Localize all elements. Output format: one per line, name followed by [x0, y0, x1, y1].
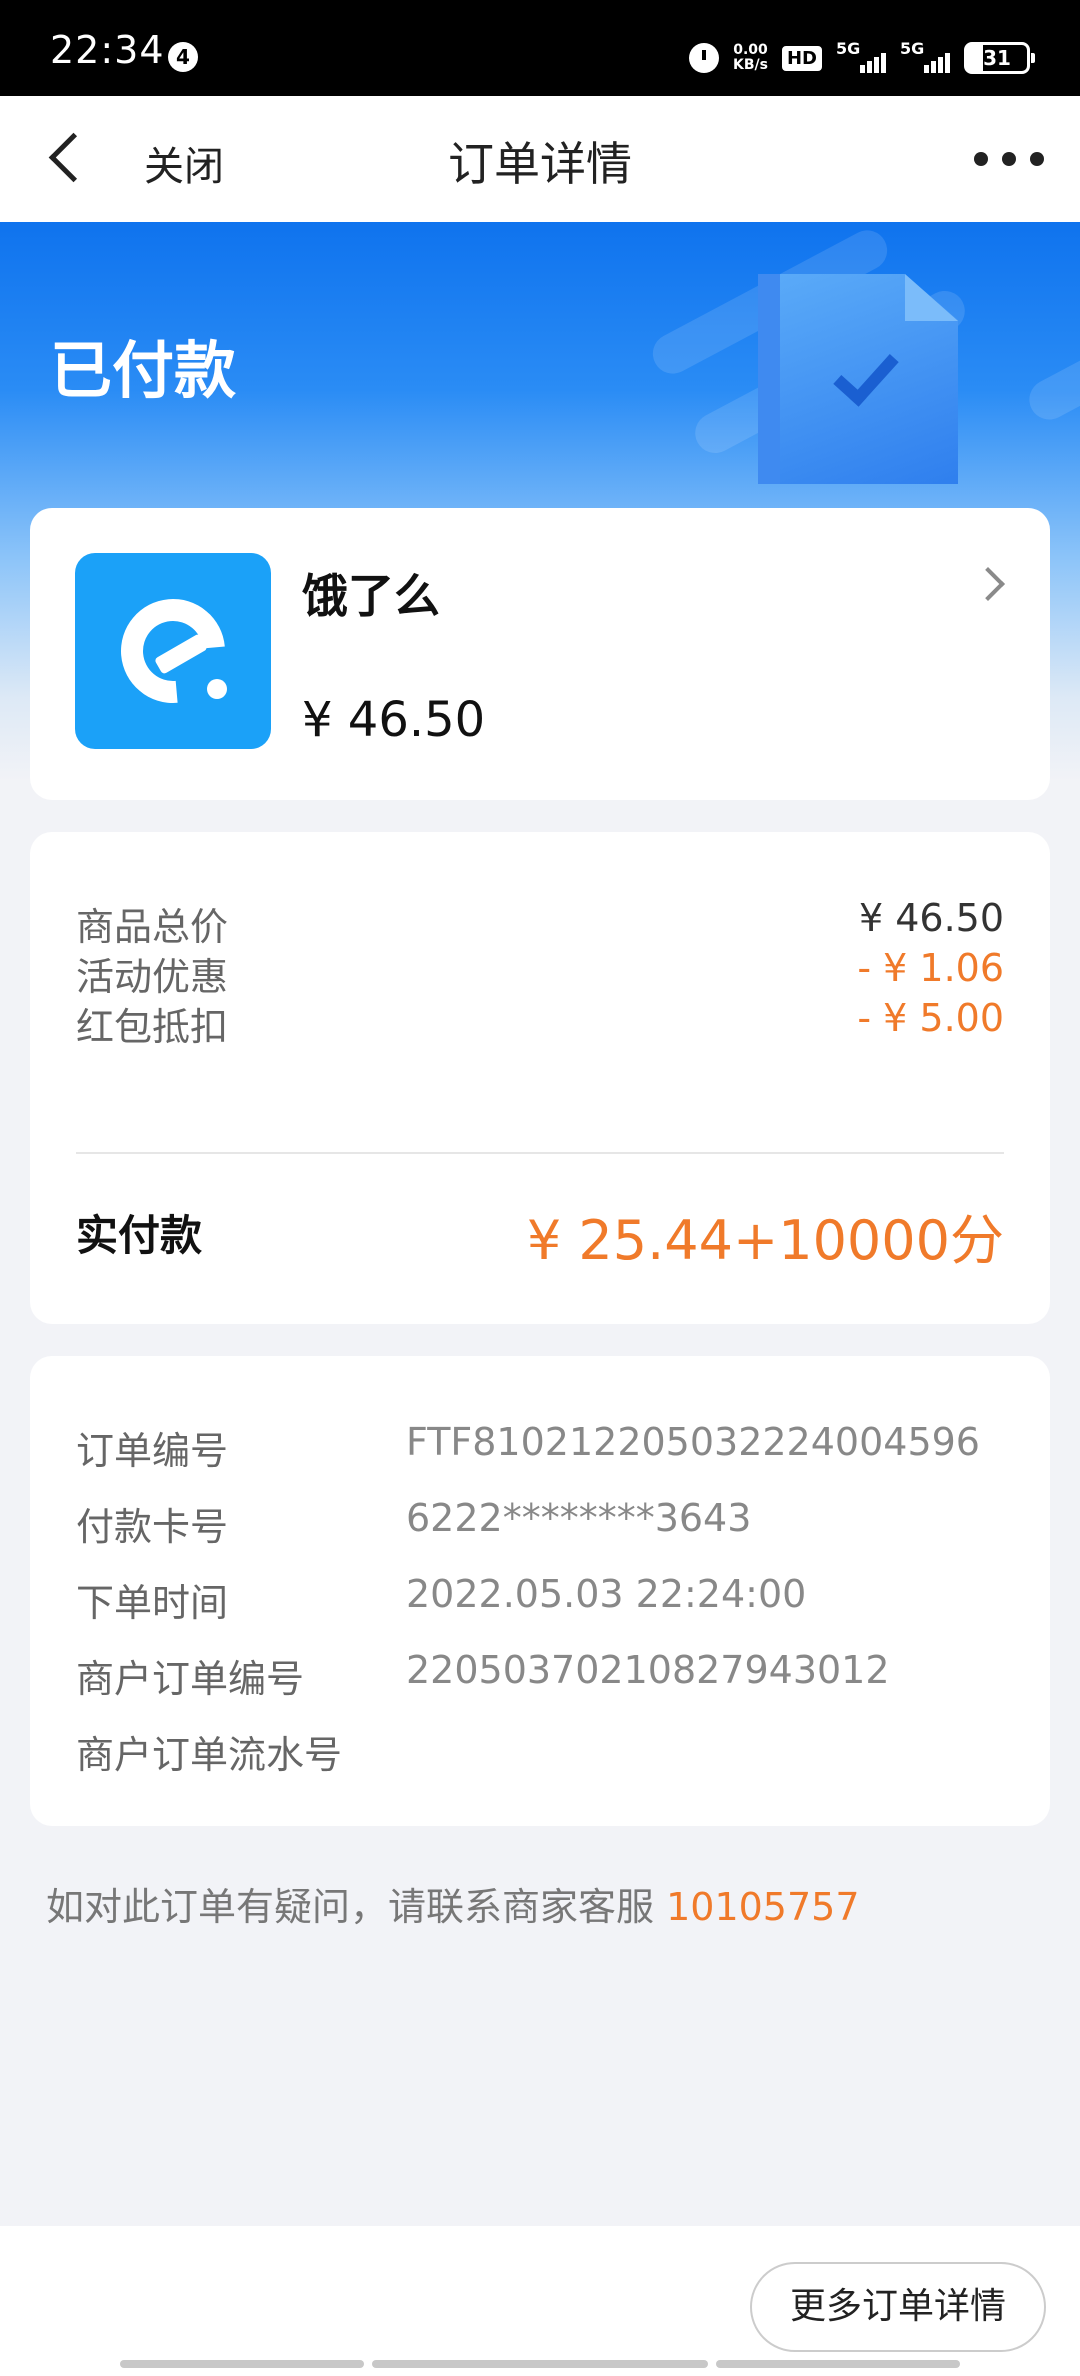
- more-options-icon[interactable]: [974, 144, 1044, 174]
- merchant-amount: ¥ 46.50: [302, 692, 486, 748]
- status-icons: 0.00 KB/s HD 5G 5G 31: [689, 38, 1035, 78]
- info-value: 6222********3643: [406, 1496, 752, 1540]
- price-row-value: ¥ 46.50: [858, 896, 1004, 940]
- info-row-card-no: 付款卡号 6222********3643: [76, 1496, 1004, 1552]
- bottom-bar: 更多订单详情: [0, 2226, 1080, 2376]
- paid-amount: ¥ 25.44+10000分: [526, 1209, 1004, 1272]
- info-label: 商户订单编号: [76, 1657, 305, 1701]
- price-row-total: 商品总价 ¥ 46.50: [76, 896, 1004, 952]
- price-row-redpacket: 红包抵扣 - ¥ 5.00: [76, 996, 1004, 1052]
- info-label: 订单编号: [76, 1429, 229, 1473]
- page-title: 订单详情: [448, 137, 632, 191]
- order-info-card: 订单编号 FTF810212205032224004596 付款卡号 6222*…: [30, 1356, 1050, 1826]
- chevron-right-icon[interactable]: [971, 567, 1005, 601]
- contact-text: 如对此订单有疑问，请联系商家客服: [46, 1885, 667, 1929]
- info-value[interactable]: FTF810212205032224004596: [406, 1420, 980, 1464]
- eleme-logo-icon: [75, 553, 271, 749]
- price-row-value: - ¥ 1.06: [857, 946, 1004, 990]
- signal-2-label: 5G: [900, 39, 925, 58]
- status-bar: 22:34 4 0.00 KB/s HD 5G 5G 31: [0, 0, 1080, 96]
- net-speed-unit: KB/s: [733, 57, 768, 73]
- price-breakdown-card: 商品总价 ¥ 46.50 活动优惠 - ¥ 1.06 红包抵扣 - ¥ 5.00…: [30, 832, 1050, 1324]
- info-label: 商户订单流水号: [76, 1733, 343, 1777]
- payment-status: 已付款: [50, 334, 237, 407]
- info-label: 付款卡号: [76, 1505, 229, 1549]
- hd-icon: HD: [781, 45, 822, 71]
- net-speed-value: 0.00: [733, 42, 768, 58]
- info-row-time: 下单时间 2022.05.03 22:24:00: [76, 1572, 1004, 1628]
- net-speed: 0.00 KB/s: [733, 43, 768, 73]
- price-row-discount: 活动优惠 - ¥ 1.06: [76, 946, 1004, 1002]
- contact-phone-link[interactable]: 10105757: [666, 1885, 859, 1929]
- notification-badge: 4: [168, 42, 198, 72]
- battery-icon: 31: [964, 42, 1035, 74]
- signal-1-label: 5G: [836, 39, 861, 58]
- price-row-label: 红包抵扣: [76, 1005, 229, 1049]
- info-label: 下单时间: [76, 1581, 229, 1625]
- nav-bar: 关闭 订单详情: [0, 96, 1080, 222]
- paid-label: 实付款: [76, 1211, 203, 1260]
- info-row-order-no: 订单编号 FTF810212205032224004596: [76, 1420, 1004, 1476]
- merchant-card[interactable]: 饿了么 ¥ 46.50: [30, 508, 1050, 800]
- battery-level: 31: [983, 46, 1011, 70]
- alarm-icon: [689, 43, 720, 73]
- home-indicator: [372, 2360, 708, 2368]
- signal-icon-1: 5G: [836, 39, 886, 73]
- contact-note: 如对此订单有疑问，请联系商家客服 10105757: [46, 1876, 860, 1931]
- info-row-merchant-serial: 商户订单流水号: [76, 1724, 1004, 1780]
- merchant-name: 饿了么: [302, 569, 440, 623]
- price-row-label: 商品总价: [76, 905, 229, 949]
- status-time: 22:34: [50, 28, 165, 72]
- more-order-details-button[interactable]: 更多订单详情: [750, 2262, 1046, 2352]
- info-row-merchant-order: 商户订单编号 220503702108279430​12: [76, 1648, 1004, 1704]
- home-indicator: [716, 2360, 960, 2368]
- document-check-icon: [758, 274, 958, 484]
- info-value[interactable]: 220503702108279430​12: [406, 1648, 890, 1692]
- divider: [76, 1152, 1004, 1154]
- price-row-value: - ¥ 5.00: [857, 996, 1004, 1040]
- signal-icon-2: 5G: [900, 39, 950, 73]
- home-indicator: [120, 2360, 364, 2368]
- info-value: 2022.05.03 22:24:00: [406, 1572, 807, 1616]
- price-row-label: 活动优惠: [76, 955, 229, 999]
